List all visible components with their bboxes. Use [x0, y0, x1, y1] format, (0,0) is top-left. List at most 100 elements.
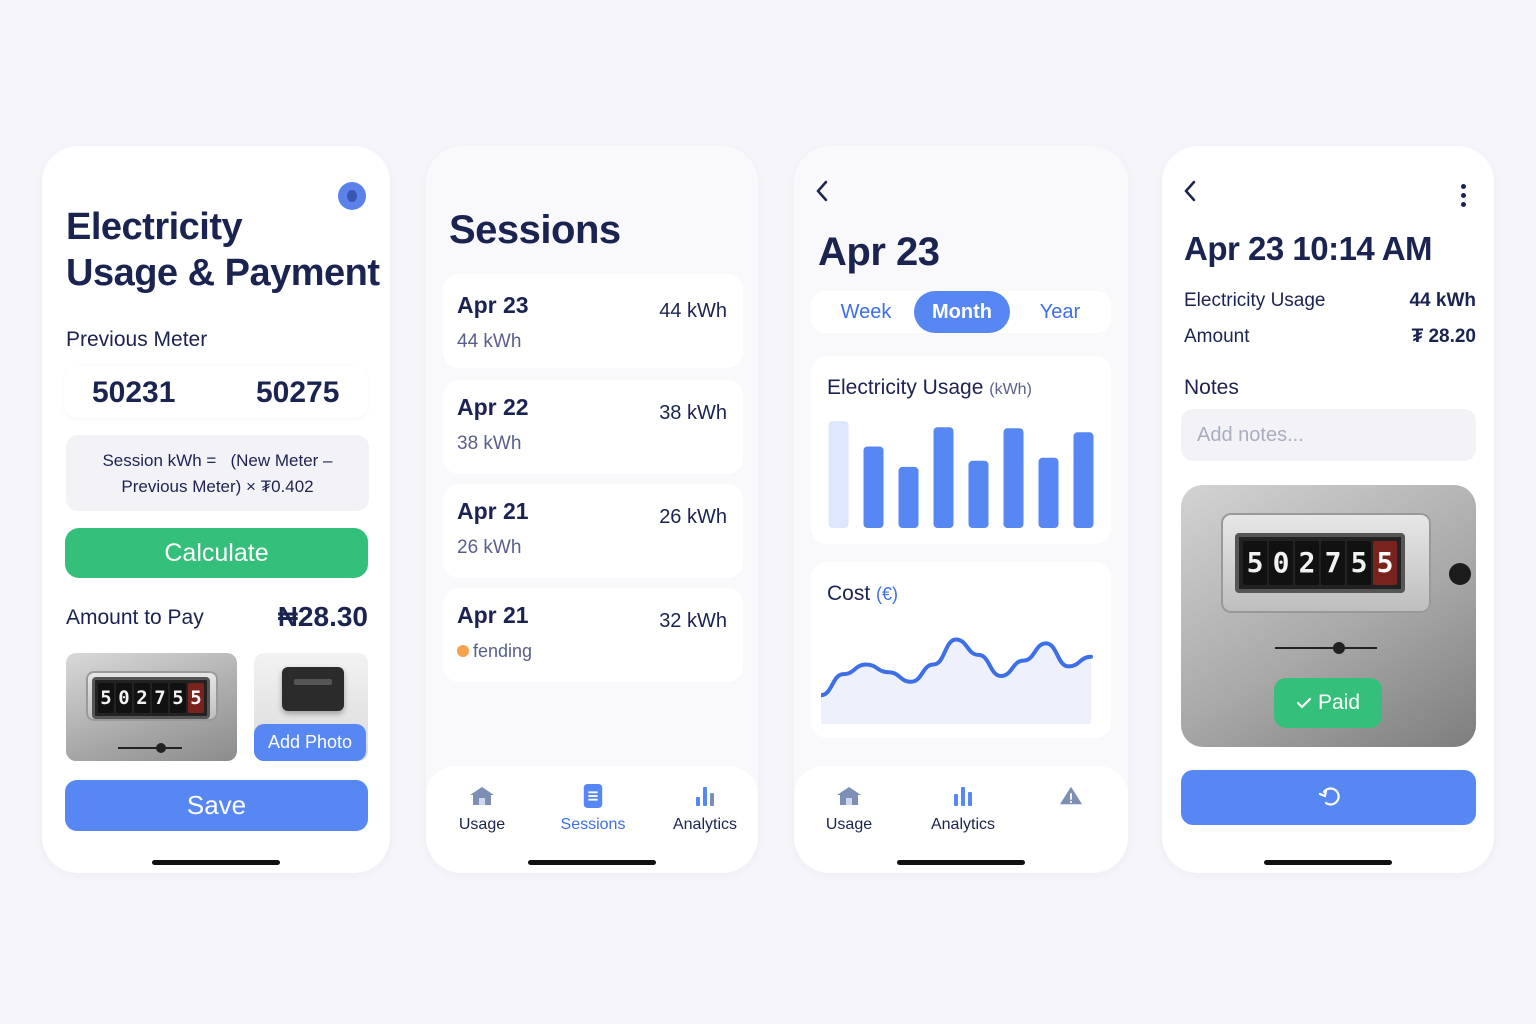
- tab-bar: Usage Analytics: [794, 766, 1128, 873]
- cost-chart-title-text: Cost: [827, 582, 871, 605]
- paid-label: Paid: [1317, 691, 1361, 714]
- session-subtitle: 44 kWh: [457, 331, 522, 352]
- cost-area-fill: [821, 639, 1091, 724]
- tab-bar: Usage Sessions Analytics: [426, 766, 758, 873]
- notes-input[interactable]: [1181, 409, 1476, 461]
- period-year[interactable]: Year: [1017, 291, 1103, 333]
- tab-alerts[interactable]: [1026, 784, 1116, 816]
- usage-label: Electricity Usage: [1184, 290, 1326, 311]
- meter-counter: 5 0 2 7 5 5: [92, 677, 210, 719]
- page-title: Apr 23 10:14 AM: [1184, 230, 1433, 267]
- page-title: Sessions: [449, 208, 621, 252]
- usage-bar: [1073, 432, 1094, 528]
- session-kwh: 44 kWh: [659, 300, 727, 322]
- previous-meter-label: Previous Meter: [66, 328, 208, 351]
- meter-digit: 5: [188, 683, 204, 713]
- usage-value: 44 kWh: [1409, 290, 1476, 311]
- usage-chart-title: Electricity Usage (kWh): [827, 376, 1032, 400]
- meter-screw: [1449, 563, 1471, 585]
- back-button[interactable]: [1182, 178, 1198, 212]
- more-options-icon[interactable]: [1461, 184, 1466, 211]
- meter-digit: 5: [170, 683, 186, 713]
- refresh-icon: [1318, 787, 1340, 806]
- usage-bar: [1003, 428, 1024, 528]
- session-date: Apr 22: [457, 394, 529, 420]
- home-indicator: [897, 860, 1025, 865]
- usage-bar: [1038, 457, 1059, 528]
- usage-bar: [898, 466, 919, 528]
- bar-chart-icon: [696, 787, 714, 806]
- home-indicator: [528, 860, 656, 865]
- tab-label: Analytics: [930, 816, 996, 833]
- chevron-left-icon: [1184, 180, 1196, 202]
- usage-bar: [968, 460, 989, 528]
- home-icon: [837, 787, 861, 805]
- period-month[interactable]: Month: [914, 291, 1010, 333]
- sessions-screen: Sessions Apr 23 44 kWh 44 kWh Apr 22 38 …: [426, 146, 758, 873]
- warning-icon: [1059, 786, 1083, 805]
- check-icon: [1296, 697, 1312, 709]
- pending-dot: [457, 645, 469, 657]
- meter-dial-line: [1275, 647, 1377, 649]
- session-kwh: 32 kWh: [659, 610, 727, 632]
- usage-bar: [828, 421, 849, 528]
- title-line-2: Usage & Payment: [66, 252, 380, 294]
- tab-analytics[interactable]: Analytics: [918, 784, 1008, 834]
- back-button[interactable]: [814, 178, 830, 212]
- session-status: fending: [457, 641, 532, 662]
- session-card[interactable]: Apr 23 44 kWh 44 kWh: [443, 274, 743, 368]
- meter-digit: 0: [116, 683, 132, 713]
- save-button[interactable]: Save: [65, 780, 368, 831]
- session-date: Apr 23: [457, 292, 529, 318]
- meter-photo[interactable]: 5 0 2 7 5 5: [66, 653, 237, 761]
- meter-digit: 0: [1269, 541, 1293, 585]
- session-date: Apr 21: [457, 498, 529, 524]
- session-card[interactable]: Apr 21 26 kWh 26 kWh: [443, 484, 743, 578]
- meter-dial: [1333, 642, 1345, 654]
- new-meter-value[interactable]: 50275: [256, 376, 339, 410]
- session-subtitle: 26 kWh: [457, 537, 522, 558]
- session-card[interactable]: Apr 22 38 kWh 38 kWh: [443, 380, 743, 474]
- session-date: Apr 21: [457, 602, 529, 628]
- meter-digit: 7: [1321, 541, 1345, 585]
- session-kwh: 38 kWh: [659, 402, 727, 424]
- meter-counter: 5 0 2 7 5 5: [1235, 533, 1405, 593]
- page-title: Electricity Usage & Payment: [66, 204, 386, 296]
- meter-device-thumbnail: [282, 667, 344, 711]
- share-button[interactable]: [1181, 770, 1476, 825]
- session-subtitle: 38 kWh: [457, 433, 522, 454]
- add-photo-button[interactable]: Add Photo: [254, 724, 366, 761]
- tab-label: Sessions: [560, 816, 626, 833]
- tab-sessions[interactable]: Sessions: [548, 784, 638, 834]
- tab-label: Analytics: [672, 816, 738, 833]
- meter-dial: [156, 743, 166, 753]
- formula-line-1: Session kWh = (New Meter –: [102, 451, 333, 470]
- meter-digit: 5: [1347, 541, 1371, 585]
- meter-dial-line: [118, 747, 182, 749]
- meter-digit: 7: [152, 683, 168, 713]
- previous-meter-value[interactable]: 50231: [92, 376, 175, 410]
- meter-readings-row: 50231 50275: [64, 366, 368, 418]
- meter-digit: 5: [98, 683, 114, 713]
- tab-usage[interactable]: Usage: [804, 784, 894, 834]
- title-line-1: Electricity: [66, 206, 243, 248]
- period-week[interactable]: Week: [823, 291, 909, 333]
- device-display: [294, 679, 332, 685]
- avatar-face: [347, 190, 357, 202]
- amount-label: Amount: [1184, 326, 1250, 347]
- cost-chart-card: Cost (€): [811, 562, 1111, 738]
- home-indicator: [1264, 860, 1392, 865]
- amount-value: ₮ 28.20: [1411, 326, 1476, 347]
- paid-badge[interactable]: Paid: [1274, 678, 1382, 728]
- document-icon: [583, 784, 603, 808]
- calculate-button[interactable]: Calculate: [65, 528, 368, 578]
- tab-analytics[interactable]: Analytics: [660, 784, 750, 834]
- session-kwh: 26 kWh: [659, 506, 727, 528]
- meter-digit: 5: [1243, 541, 1267, 585]
- tab-usage[interactable]: Usage: [437, 784, 527, 834]
- usage-chart-card: Electricity Usage (kWh): [811, 356, 1111, 544]
- notes-label: Notes: [1184, 376, 1239, 399]
- amount-to-pay-value: ₦28.30: [277, 601, 368, 632]
- session-card[interactable]: Apr 21 fending 32 kWh: [443, 588, 743, 682]
- formula-line-2: Previous Meter) × ₮0.402: [121, 477, 314, 496]
